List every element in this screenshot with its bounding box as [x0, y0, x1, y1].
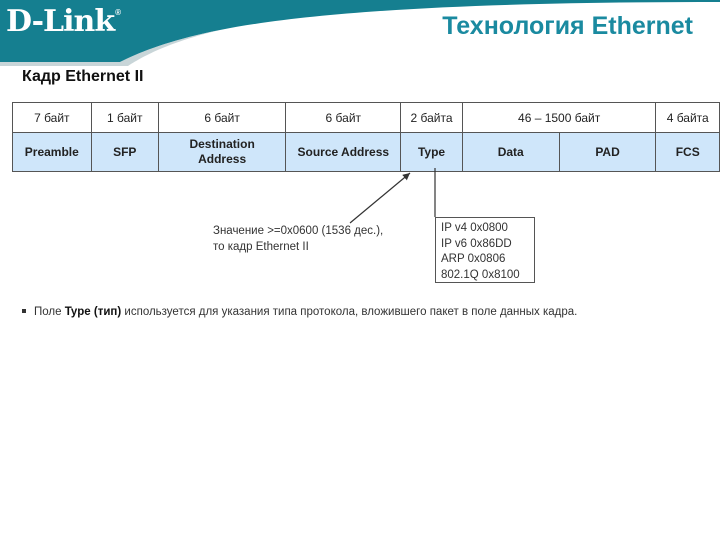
field-row: Preamble SFP Destination Address Source … [12, 132, 720, 172]
size-cell-destination: 6 байт [157, 102, 287, 133]
size-cell-type: 2 байта [400, 102, 463, 133]
ethernet-ii-annotation: Значение >=0x0600 (1536 дес.), то кадр E… [213, 223, 383, 255]
bullet-prefix: Поле [34, 306, 62, 318]
section-title: Кадр Ethernet II [22, 68, 144, 85]
bullet-text: используется для указания типа протокола… [124, 306, 578, 318]
annotation-line-2: то кадр Ethernet II [213, 241, 309, 253]
field-fcs: FCS [655, 132, 720, 172]
page-title: Технология Ethernet [442, 12, 693, 40]
annotation-arrow [349, 172, 411, 224]
bullet-square-icon [22, 308, 26, 313]
logo-text: D-Link [6, 4, 115, 39]
type-value-arp: ARP 0x0806 [441, 253, 506, 265]
type-value-ipv6: IP v6 0x86DD [441, 237, 512, 250]
dlink-logo: D-Link® [6, 4, 121, 39]
field-data: Data [461, 132, 560, 172]
size-cell-sfp: 1 байт [90, 102, 159, 133]
field-sfp: SFP [90, 132, 159, 172]
annotation-line-1: Значение >=0x0600 (1536 дес.), [213, 225, 384, 237]
size-cell-source: 6 байт [285, 102, 402, 133]
size-cell-preamble: 7 байт [12, 102, 92, 133]
ethernet-frame-table: 7 байт 1 байт 6 байт 6 байт 2 байта 46 –… [12, 102, 720, 172]
type-value-ipv4: IP v4 0x0800 [441, 222, 508, 234]
size-cell-data-pad: 46 – 1500 байт [461, 102, 657, 133]
field-pad: PAD [558, 132, 657, 172]
field-type: Type [400, 132, 463, 172]
field-destination-address: Destination Address [157, 132, 287, 172]
registered-mark: ® [115, 8, 121, 17]
field-source-address: Source Address [285, 132, 402, 172]
type-values-box: IP v4 0x0800 IP v6 0x86DD ARP 0x0806 802… [435, 217, 535, 283]
size-cell-fcs: 4 байта [655, 102, 720, 133]
type-value-vlan: 802.1Q 0x8100 [441, 268, 520, 281]
field-preamble: Preamble [12, 132, 92, 172]
bullet-item: Поле Type (тип) используется для указани… [22, 306, 577, 318]
field-destination-label: Destination Address [189, 137, 255, 166]
bullet-bold-term: Type (тип) [64, 306, 122, 318]
size-row: 7 байт 1 байт 6 байт 6 байт 2 байта 46 –… [12, 102, 720, 133]
